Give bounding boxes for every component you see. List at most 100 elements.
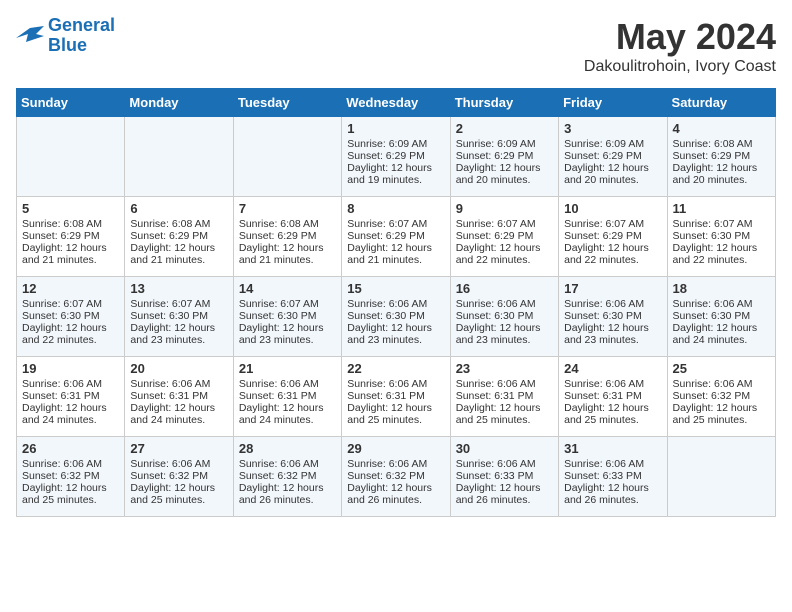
calendar-cell: 7 Sunrise: 6:08 AM Sunset: 6:29 PM Dayli… [233, 197, 341, 277]
sunset: Sunset: 6:32 PM [673, 390, 751, 402]
day-number: 29 [347, 441, 444, 456]
sunset: Sunset: 6:29 PM [673, 150, 751, 162]
col-sunday: Sunday [17, 89, 125, 117]
sunset: Sunset: 6:30 PM [22, 310, 100, 322]
sunset: Sunset: 6:29 PM [130, 230, 208, 242]
sunrise: Sunrise: 6:06 AM [456, 378, 536, 390]
col-friday: Friday [559, 89, 667, 117]
daylight: Daylight: 12 hours and 21 minutes. [239, 242, 324, 266]
month-title: May 2024 [584, 16, 776, 58]
daylight: Daylight: 12 hours and 20 minutes. [564, 162, 649, 186]
sunset: Sunset: 6:33 PM [564, 470, 642, 482]
sunrise: Sunrise: 6:06 AM [347, 298, 427, 310]
logo-icon [16, 24, 44, 48]
daylight: Daylight: 12 hours and 26 minutes. [347, 482, 432, 506]
daylight: Daylight: 12 hours and 24 minutes. [130, 402, 215, 426]
day-number: 15 [347, 281, 444, 296]
calendar-cell: 8 Sunrise: 6:07 AM Sunset: 6:29 PM Dayli… [342, 197, 450, 277]
sunrise: Sunrise: 6:06 AM [347, 378, 427, 390]
week-row-5: 26 Sunrise: 6:06 AM Sunset: 6:32 PM Dayl… [17, 437, 776, 517]
calendar-cell: 21 Sunrise: 6:06 AM Sunset: 6:31 PM Dayl… [233, 357, 341, 437]
calendar-cell: 11 Sunrise: 6:07 AM Sunset: 6:30 PM Dayl… [667, 197, 775, 277]
sunrise: Sunrise: 6:06 AM [564, 458, 644, 470]
col-thursday: Thursday [450, 89, 558, 117]
calendar-cell: 12 Sunrise: 6:07 AM Sunset: 6:30 PM Dayl… [17, 277, 125, 357]
daylight: Daylight: 12 hours and 24 minutes. [22, 402, 107, 426]
sunrise: Sunrise: 6:07 AM [564, 218, 644, 230]
day-number: 13 [130, 281, 227, 296]
sunrise: Sunrise: 6:06 AM [130, 378, 210, 390]
sunset: Sunset: 6:32 PM [239, 470, 317, 482]
sunrise: Sunrise: 6:06 AM [673, 378, 753, 390]
calendar-cell: 18 Sunrise: 6:06 AM Sunset: 6:30 PM Dayl… [667, 277, 775, 357]
calendar-cell: 24 Sunrise: 6:06 AM Sunset: 6:31 PM Dayl… [559, 357, 667, 437]
sunrise: Sunrise: 6:06 AM [564, 378, 644, 390]
sunrise: Sunrise: 6:09 AM [456, 138, 536, 150]
calendar-cell: 31 Sunrise: 6:06 AM Sunset: 6:33 PM Dayl… [559, 437, 667, 517]
calendar-cell [667, 437, 775, 517]
calendar-cell: 20 Sunrise: 6:06 AM Sunset: 6:31 PM Dayl… [125, 357, 233, 437]
day-number: 12 [22, 281, 119, 296]
calendar-cell: 16 Sunrise: 6:06 AM Sunset: 6:30 PM Dayl… [450, 277, 558, 357]
day-number: 28 [239, 441, 336, 456]
sunrise: Sunrise: 6:06 AM [347, 458, 427, 470]
calendar-cell [233, 117, 341, 197]
col-monday: Monday [125, 89, 233, 117]
calendar-cell: 1 Sunrise: 6:09 AM Sunset: 6:29 PM Dayli… [342, 117, 450, 197]
header-row: Sunday Monday Tuesday Wednesday Thursday… [17, 89, 776, 117]
calendar-cell: 10 Sunrise: 6:07 AM Sunset: 6:29 PM Dayl… [559, 197, 667, 277]
sunset: Sunset: 6:29 PM [22, 230, 100, 242]
sunrise: Sunrise: 6:06 AM [130, 458, 210, 470]
calendar-cell: 26 Sunrise: 6:06 AM Sunset: 6:32 PM Dayl… [17, 437, 125, 517]
calendar-cell: 9 Sunrise: 6:07 AM Sunset: 6:29 PM Dayli… [450, 197, 558, 277]
sunrise: Sunrise: 6:06 AM [239, 458, 319, 470]
sunset: Sunset: 6:31 PM [564, 390, 642, 402]
sunset: Sunset: 6:32 PM [130, 470, 208, 482]
sunset: Sunset: 6:29 PM [564, 230, 642, 242]
day-number: 31 [564, 441, 661, 456]
day-number: 20 [130, 361, 227, 376]
sunset: Sunset: 6:32 PM [347, 470, 425, 482]
logo-line1: General [48, 15, 115, 35]
sunset: Sunset: 6:30 PM [456, 310, 534, 322]
week-row-3: 12 Sunrise: 6:07 AM Sunset: 6:30 PM Dayl… [17, 277, 776, 357]
calendar-cell: 19 Sunrise: 6:06 AM Sunset: 6:31 PM Dayl… [17, 357, 125, 437]
calendar-cell: 3 Sunrise: 6:09 AM Sunset: 6:29 PM Dayli… [559, 117, 667, 197]
day-number: 14 [239, 281, 336, 296]
sunset: Sunset: 6:32 PM [22, 470, 100, 482]
daylight: Daylight: 12 hours and 25 minutes. [347, 402, 432, 426]
sunrise: Sunrise: 6:09 AM [564, 138, 644, 150]
sunrise: Sunrise: 6:06 AM [22, 378, 102, 390]
daylight: Daylight: 12 hours and 23 minutes. [347, 322, 432, 346]
sunset: Sunset: 6:33 PM [456, 470, 534, 482]
calendar-cell: 2 Sunrise: 6:09 AM Sunset: 6:29 PM Dayli… [450, 117, 558, 197]
day-number: 3 [564, 121, 661, 136]
day-number: 8 [347, 201, 444, 216]
day-number: 22 [347, 361, 444, 376]
daylight: Daylight: 12 hours and 20 minutes. [673, 162, 758, 186]
sunrise: Sunrise: 6:06 AM [22, 458, 102, 470]
calendar-cell: 5 Sunrise: 6:08 AM Sunset: 6:29 PM Dayli… [17, 197, 125, 277]
calendar-cell: 14 Sunrise: 6:07 AM Sunset: 6:30 PM Dayl… [233, 277, 341, 357]
day-number: 19 [22, 361, 119, 376]
sunrise: Sunrise: 6:07 AM [673, 218, 753, 230]
sunset: Sunset: 6:30 PM [130, 310, 208, 322]
sunrise: Sunrise: 6:08 AM [130, 218, 210, 230]
day-number: 26 [22, 441, 119, 456]
daylight: Daylight: 12 hours and 26 minutes. [564, 482, 649, 506]
sunrise: Sunrise: 6:07 AM [347, 218, 427, 230]
day-number: 17 [564, 281, 661, 296]
col-tuesday: Tuesday [233, 89, 341, 117]
day-number: 23 [456, 361, 553, 376]
day-number: 1 [347, 121, 444, 136]
calendar-cell: 29 Sunrise: 6:06 AM Sunset: 6:32 PM Dayl… [342, 437, 450, 517]
daylight: Daylight: 12 hours and 25 minutes. [673, 402, 758, 426]
page-header: General Blue May 2024 Dakoulitrohoin, Iv… [16, 16, 776, 76]
daylight: Daylight: 12 hours and 21 minutes. [22, 242, 107, 266]
sunset: Sunset: 6:29 PM [456, 230, 534, 242]
daylight: Daylight: 12 hours and 19 minutes. [347, 162, 432, 186]
calendar-cell [17, 117, 125, 197]
daylight: Daylight: 12 hours and 26 minutes. [456, 482, 541, 506]
sunrise: Sunrise: 6:08 AM [673, 138, 753, 150]
sunrise: Sunrise: 6:07 AM [22, 298, 102, 310]
